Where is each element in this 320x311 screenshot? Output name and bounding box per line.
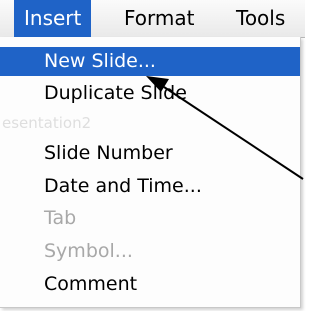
menu-item-new-slide[interactable]: New Slide... <box>0 47 300 76</box>
menu-item-duplicate-slide[interactable]: Duplicate Slide <box>0 79 300 108</box>
menu-item-comment[interactable]: Comment <box>0 270 300 299</box>
menu-item-tab: Tab <box>44 207 77 229</box>
background-window-title: esentation2 <box>2 114 92 132</box>
menu-tools[interactable]: Tools <box>236 0 285 37</box>
menu-item-slide-number[interactable]: Slide Number <box>0 139 300 168</box>
insert-dropdown-menu: New Slide... Duplicate Slide esentation2… <box>0 37 301 308</box>
menu-item-date-and-time[interactable]: Date and Time... <box>0 172 300 201</box>
menu-format[interactable]: Format <box>124 0 194 37</box>
menu-item-symbol: Symbol... <box>44 240 133 262</box>
menu-bar: Insert Format Tools <box>0 0 305 38</box>
menu-insert[interactable]: Insert <box>14 0 92 37</box>
